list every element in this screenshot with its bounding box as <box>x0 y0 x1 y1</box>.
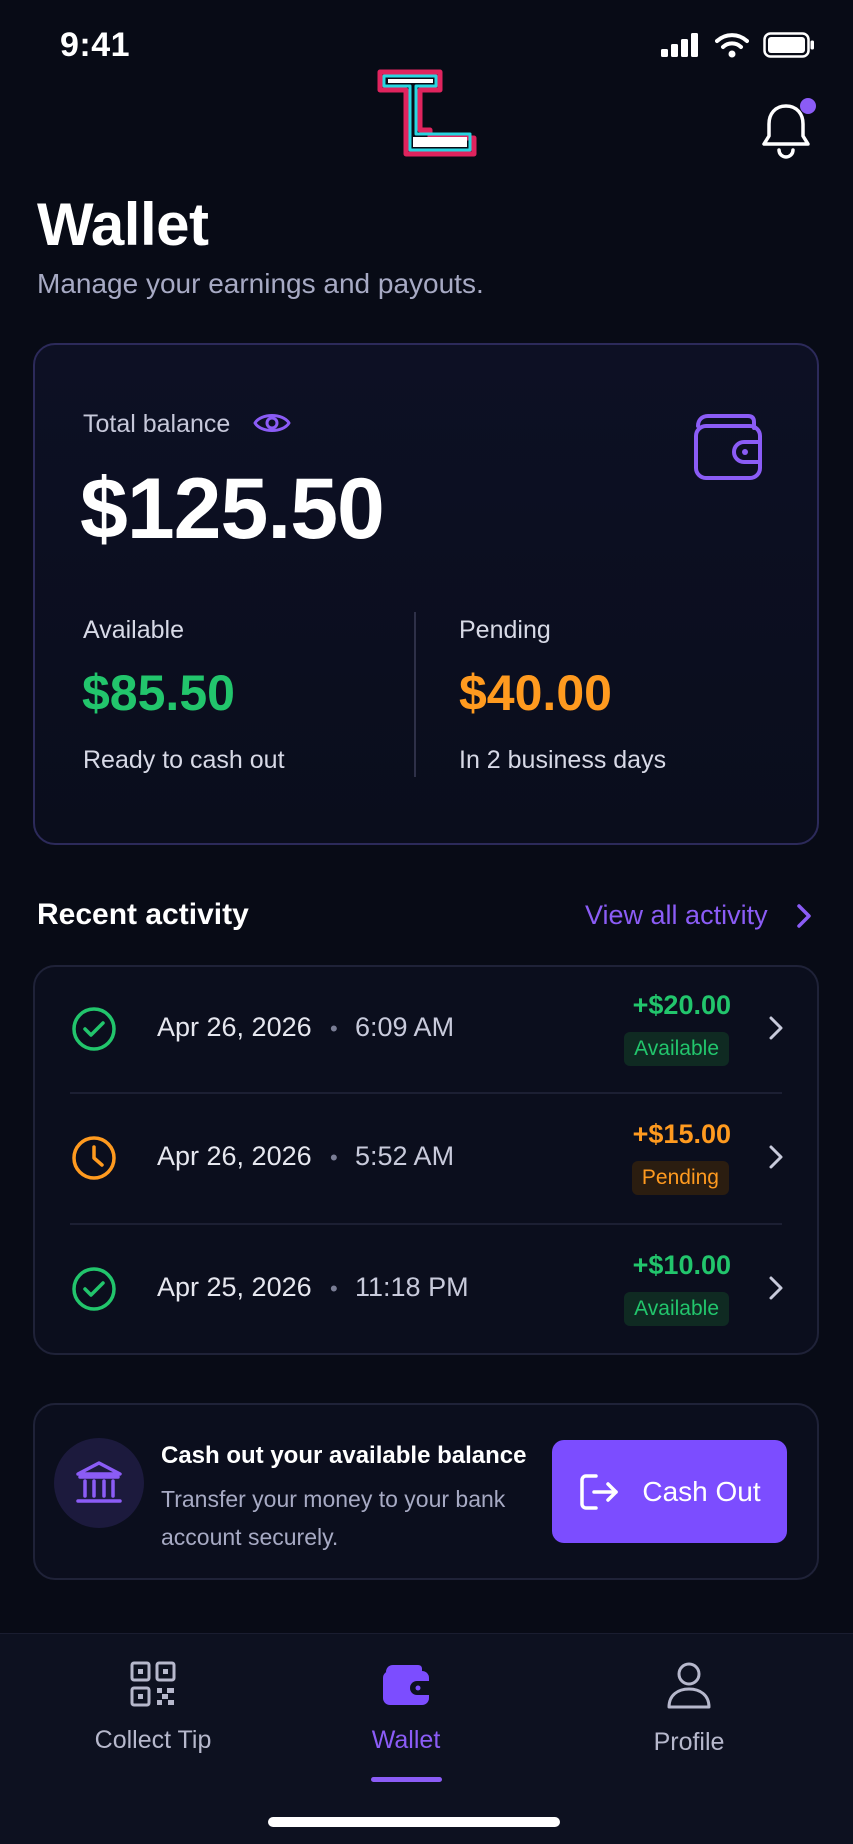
nav-label: Profile <box>653 1728 725 1756</box>
total-balance-label: Total balance <box>83 410 231 438</box>
page-subtitle: Manage your earnings and payouts. <box>37 268 484 299</box>
pending-note: In 2 business days <box>459 746 667 774</box>
page-title: Wallet <box>37 191 209 258</box>
activity-row[interactable]: Apr 25, 2026 • 11:18 PM +$10.00 Availabl… <box>33 1224 819 1352</box>
activity-separator: • <box>330 1016 338 1041</box>
clock-icon <box>72 1136 116 1180</box>
pending-value: $40.00 <box>459 665 612 721</box>
activity-separator: • <box>330 1276 338 1301</box>
available-value: $85.50 <box>82 665 235 721</box>
status-badge: Pending <box>631 1161 729 1195</box>
bank-icon-container <box>54 1438 144 1528</box>
nav-wallet[interactable]: Wallet <box>306 1660 506 1755</box>
nav-collect-tip[interactable]: Collect Tip <box>53 1660 253 1755</box>
user-icon <box>667 1662 711 1709</box>
activity-row[interactable]: Apr 26, 2026 • 5:52 AM +$15.00 Pending <box>33 1093 819 1221</box>
qr-code-icon <box>130 1661 176 1707</box>
activity-time: 11:18 PM <box>355 1272 469 1302</box>
nav-profile[interactable]: Profile <box>589 1660 789 1757</box>
battery-icon <box>763 32 814 58</box>
chevron-right-icon <box>769 1276 783 1300</box>
balance-divider <box>414 612 416 777</box>
view-all-activity-link[interactable]: View all activity <box>585 900 812 931</box>
wallet-icon <box>694 414 762 480</box>
activity-time: 6:09 AM <box>355 1012 455 1042</box>
activity-amount: +$15.00 <box>632 1119 731 1149</box>
activity-amount: +$10.00 <box>632 1250 731 1280</box>
chevron-right-icon <box>769 1016 783 1040</box>
status-time: 9:41 <box>60 26 131 64</box>
signal-icon <box>661 33 698 57</box>
activity-date: Apr 26, 2026 <box>157 1141 312 1171</box>
activity-row[interactable]: Apr 26, 2026 • 6:09 AM +$20.00 Available <box>33 964 819 1092</box>
status-icons <box>661 32 815 58</box>
cash-out-button[interactable]: Cash Out <box>552 1440 787 1543</box>
check-circle-icon <box>72 1267 116 1311</box>
available-label: Available <box>83 616 185 644</box>
cash-out-label: Cash Out <box>642 1475 761 1507</box>
home-indicator <box>268 1817 560 1827</box>
chevron-right-icon <box>796 903 811 928</box>
notification-dot <box>800 98 816 114</box>
bank-icon <box>76 1461 122 1503</box>
total-balance-value: $125.50 <box>80 461 385 557</box>
logout-icon <box>580 1473 619 1510</box>
activity-time: 5:52 AM <box>355 1141 455 1171</box>
status-badge: Available <box>624 1032 729 1066</box>
nav-label: Wallet <box>371 1726 441 1754</box>
status-badge: Available <box>624 1292 729 1326</box>
activity-amount: +$20.00 <box>632 990 731 1020</box>
nav-label: Collect Tip <box>94 1726 212 1754</box>
activity-separator: • <box>330 1145 338 1170</box>
cashout-title: Cash out your available balance <box>161 1442 527 1469</box>
wifi-icon <box>715 33 749 58</box>
check-circle-icon <box>72 1007 116 1051</box>
eye-icon[interactable] <box>252 408 292 438</box>
activity-date: Apr 26, 2026 <box>157 1012 312 1042</box>
available-note: Ready to cash out <box>83 746 285 774</box>
cashout-description: Transfer your money to your bank account… <box>161 1486 506 1550</box>
pending-label: Pending <box>459 616 551 644</box>
recent-activity-title: Recent activity <box>37 898 249 931</box>
wallet-icon <box>383 1665 429 1705</box>
view-all-label: View all activity <box>585 900 768 930</box>
chevron-right-icon <box>769 1145 783 1169</box>
activity-date: Apr 25, 2026 <box>157 1272 312 1302</box>
nav-active-indicator <box>371 1777 442 1782</box>
app-logo <box>377 69 477 157</box>
